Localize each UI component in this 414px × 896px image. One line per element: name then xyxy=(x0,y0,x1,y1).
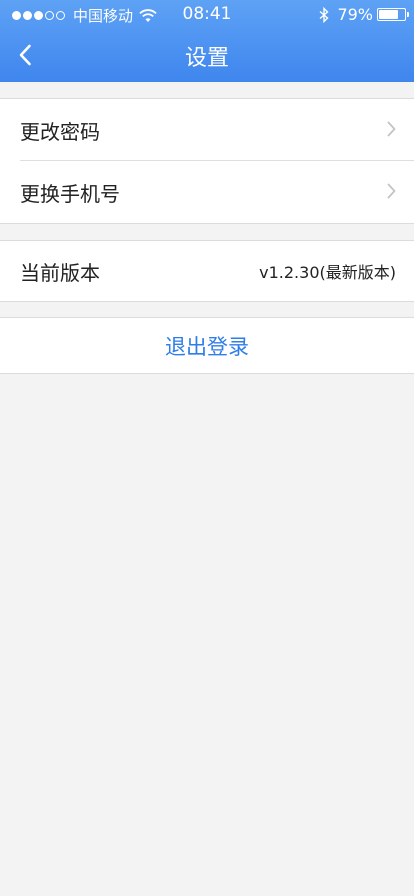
version-row: 当前版本 v1.2.30(最新版本) xyxy=(0,241,414,301)
chevron-right-icon xyxy=(387,183,396,199)
logout-button[interactable]: 退出登录 xyxy=(0,318,414,373)
status-bar: 中国移动 08:41 79% xyxy=(0,0,414,30)
change-password-item[interactable]: 更改密码 xyxy=(0,99,414,161)
page-title: 设置 xyxy=(184,46,229,71)
account-settings-group: 更改密码 更换手机号 xyxy=(0,98,414,224)
version-value: v1.2.30(最新版本) xyxy=(259,263,396,282)
chevron-right-icon xyxy=(387,121,396,137)
app-header: 中国移动 08:41 79% 设置 xyxy=(0,0,414,82)
logout-group: 退出登录 xyxy=(0,317,414,374)
bluetooth-icon xyxy=(319,6,329,23)
status-right: 79% xyxy=(319,5,409,24)
change-phone-item[interactable]: 更换手机号 xyxy=(0,161,414,223)
version-label: 当前版本 xyxy=(20,260,100,285)
version-group: 当前版本 v1.2.30(最新版本) xyxy=(0,240,414,302)
battery-fill xyxy=(379,10,399,19)
change-phone-label: 更换手机号 xyxy=(20,181,120,206)
navigation-bar: 设置 xyxy=(0,30,414,82)
battery-icon xyxy=(377,8,409,21)
battery-percent: 79% xyxy=(337,5,373,24)
change-password-label: 更改密码 xyxy=(20,119,100,144)
